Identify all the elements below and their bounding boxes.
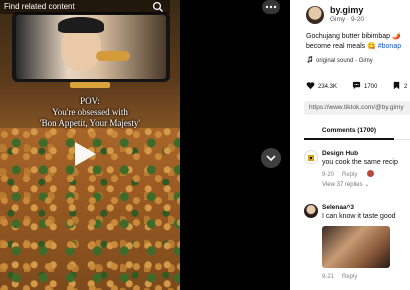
phone-screen-scene (16, 15, 166, 79)
bookmark-stat[interactable]: 2 (392, 81, 407, 90)
comment-meta: 9-21 Reply (322, 274, 357, 280)
caption-line-1: POV: (80, 96, 100, 106)
comment-text: I can know it taste good (322, 213, 396, 220)
bookmark-count: 2 (404, 84, 408, 90)
caption-line-2: You're obsessed with (52, 107, 128, 117)
comment-avatar[interactable] (304, 204, 318, 218)
comment-image[interactable] (322, 226, 390, 268)
like-count: 234.3K (318, 84, 338, 90)
author-subtitle: Gimy · 9-20 (330, 16, 364, 23)
caption-line-3: 'Bon Appetit, Your Majesty' (39, 118, 140, 128)
sound-row[interactable]: original sound - Gimy (306, 56, 373, 64)
comment-meta: 9-20 Reply (322, 170, 375, 178)
description-text: become real meals 😋 (306, 43, 378, 50)
reply-avatar (367, 170, 375, 177)
comment-count: 1700 (364, 84, 378, 90)
phone-food (96, 51, 130, 61)
tab-comments[interactable]: Comments (1700) (304, 123, 394, 139)
details-panel: by.gimy Gimy · 9-20 Gochujang butter bib… (290, 0, 410, 290)
share-link-box[interactable]: https://www.tiktok.com/@by.gimy (304, 101, 410, 115)
video-description: Gochujang butter bibimbap 🌶️ become real… (306, 32, 410, 52)
bookmark-icon[interactable] (392, 81, 401, 90)
comment-author[interactable]: Selenaa^3 (322, 204, 354, 211)
tab-active-underline (304, 138, 394, 140)
comment-date: 9-20 (322, 172, 335, 178)
search-bar[interactable]: Find related content (0, 0, 170, 14)
view-replies-link[interactable]: View 37 replies ⌄ (322, 181, 369, 188)
more-dots-icon (265, 5, 277, 9)
description-line-1: Gochujang butter bibimbap 🌶️ (306, 33, 401, 40)
comment-tabs: Comments (1700) (304, 123, 410, 140)
author-row[interactable]: by.gimy Gimy · 9-20 (306, 5, 410, 29)
phone-actor-hat (58, 17, 104, 33)
comment-item: Selenaa^3 I can know it taste good 9-21 R… (304, 204, 410, 284)
sound-label[interactable]: original sound - Gimy (316, 58, 373, 64)
hashtag-link[interactable]: #bonap (378, 43, 401, 50)
author-avatar[interactable] (306, 6, 324, 24)
search-placeholder[interactable]: Find related content (4, 2, 75, 11)
phone-stand (70, 82, 110, 88)
comment-date: 9-21 (322, 274, 335, 280)
engagement-stats: 234.3K 1700 2 (306, 81, 410, 93)
comment-stat[interactable]: 1700 (352, 81, 377, 90)
next-video-button[interactable] (261, 148, 281, 168)
video-stage: Find related content POV: You're obsesse… (0, 0, 290, 290)
video-caption: POV: You're obsessed with 'Bon Appetit, … (0, 96, 180, 129)
search-icon[interactable] (152, 1, 164, 13)
like-stat[interactable]: 234.3K (306, 81, 337, 90)
more-options-button[interactable] (262, 0, 280, 14)
heart-icon[interactable] (306, 81, 315, 90)
comment-icon[interactable] (352, 81, 361, 90)
design-hub-logo-icon (308, 155, 314, 161)
comment-item: Design Hub you cook the same recip 9-20 R… (304, 150, 410, 195)
comment-avatar[interactable] (304, 150, 318, 164)
comment-text: you cook the same recip (322, 159, 398, 166)
video-phone-frame (12, 12, 170, 82)
play-icon[interactable] (70, 140, 98, 168)
music-note-icon (307, 56, 313, 63)
author-name[interactable]: by.gimy (330, 5, 363, 15)
share-link-text[interactable]: https://www.tiktok.com/@by.gimy (309, 104, 404, 111)
description-line-2: become real meals 😋 #bonap (306, 42, 410, 52)
reply-button[interactable]: Reply (342, 172, 357, 178)
video-player[interactable]: Find related content POV: You're obsesse… (0, 0, 180, 290)
reply-button[interactable]: Reply (342, 274, 357, 280)
chevron-down-icon (266, 155, 276, 162)
comment-author[interactable]: Design Hub (322, 150, 358, 157)
